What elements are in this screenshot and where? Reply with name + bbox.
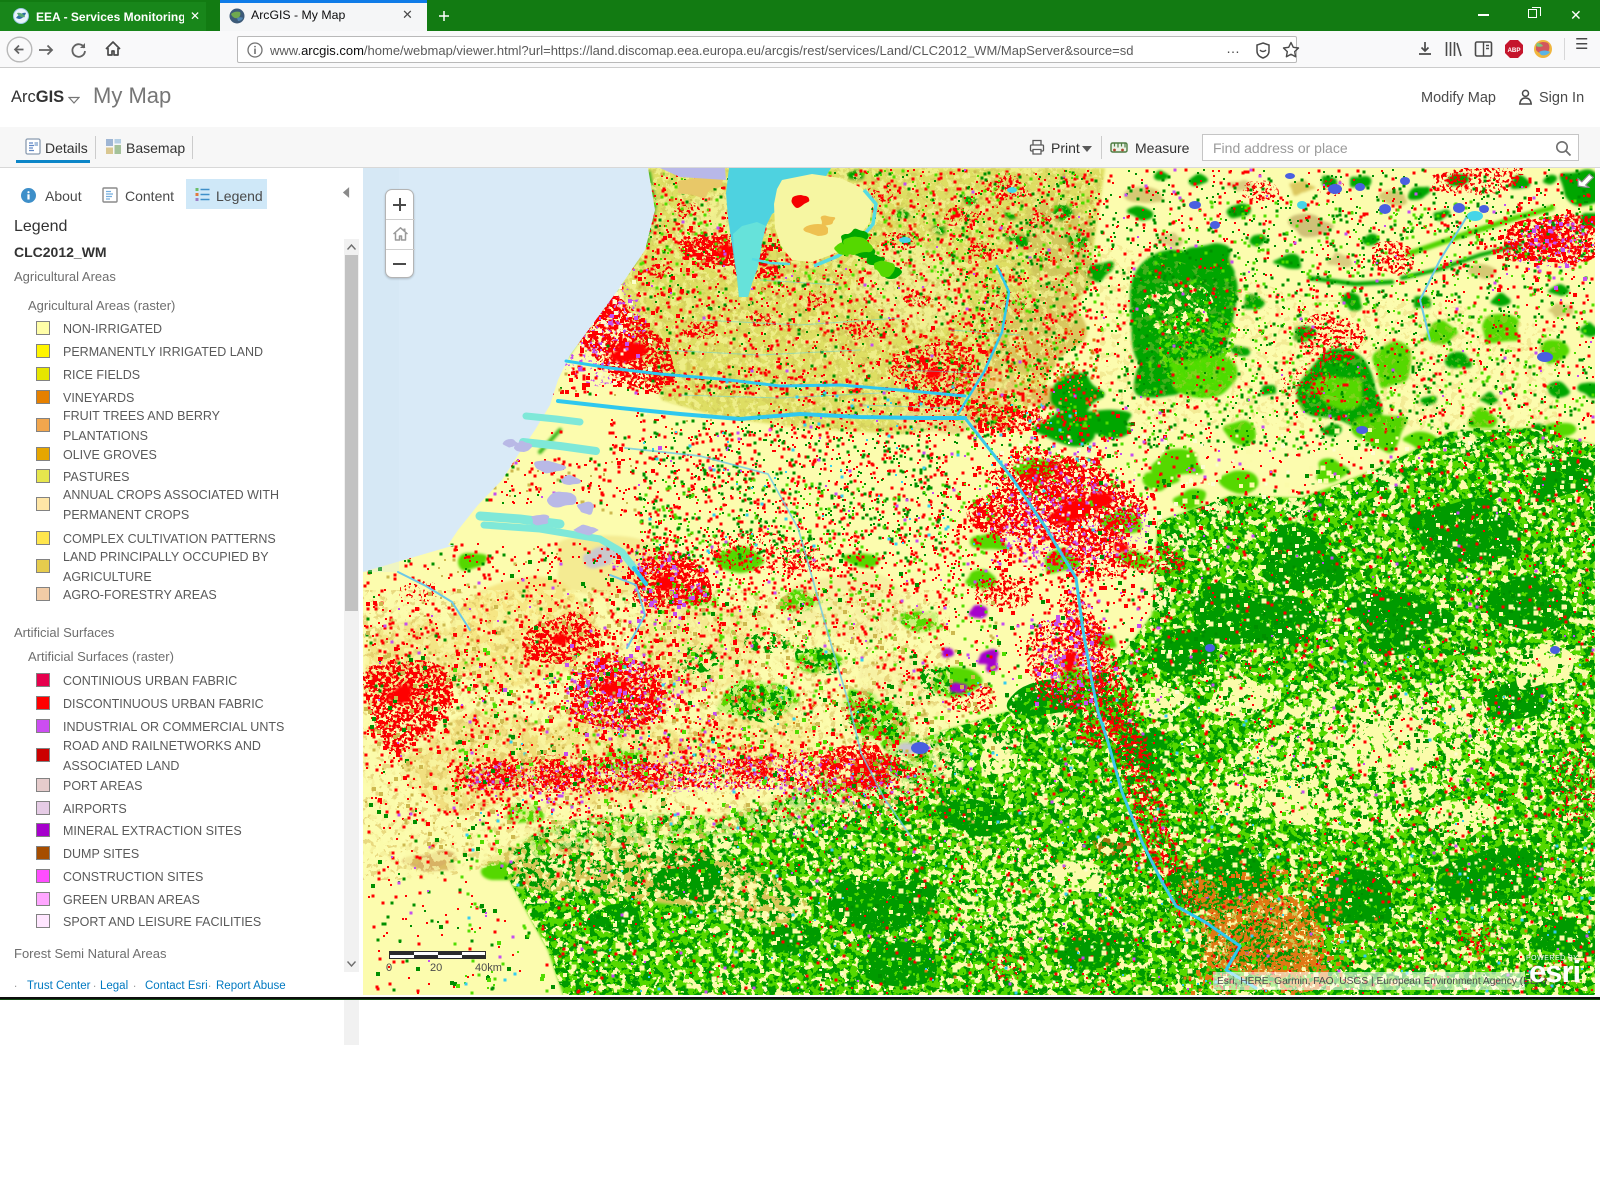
svg-text:ABP: ABP [1507, 47, 1520, 54]
